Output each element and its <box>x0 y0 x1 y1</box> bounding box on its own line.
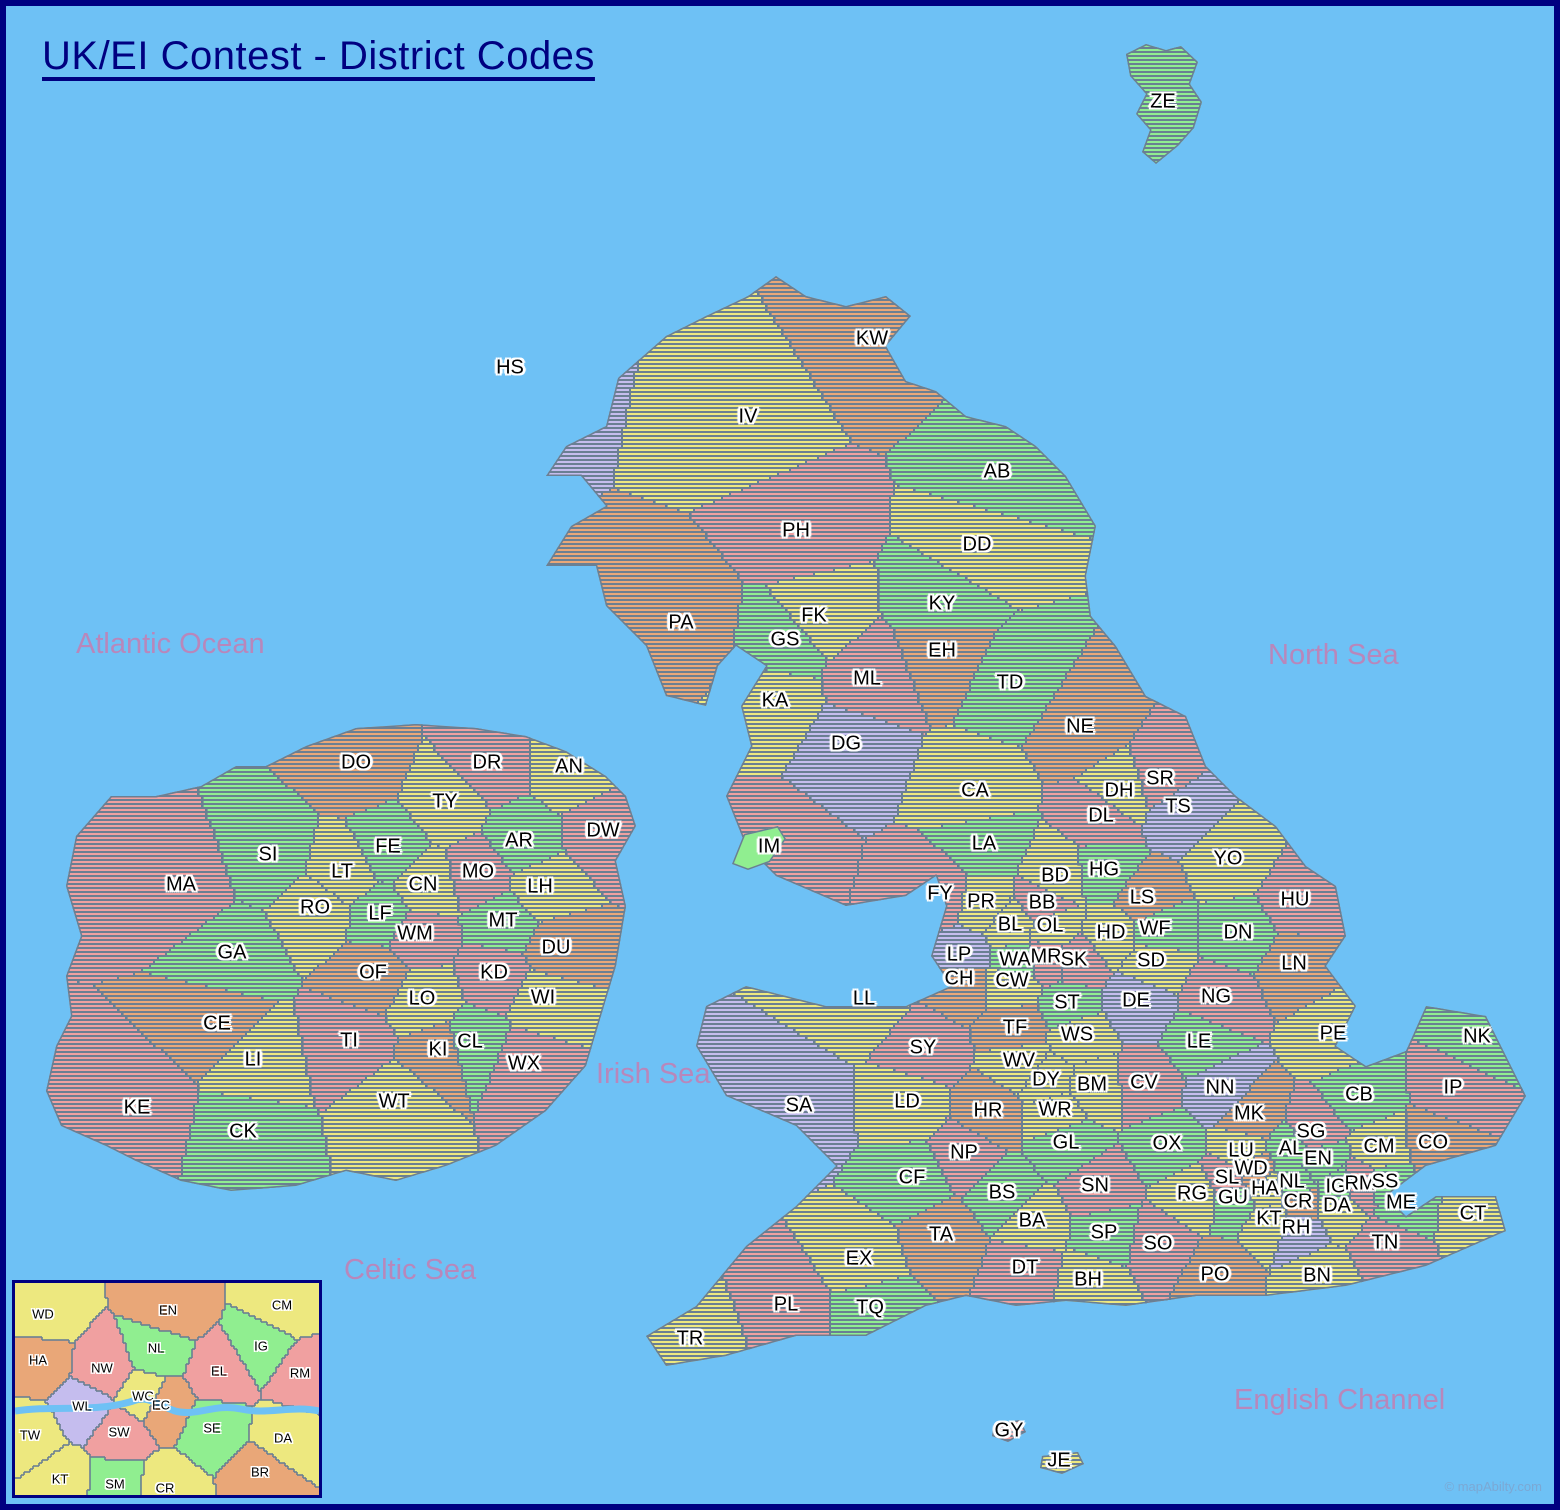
landmass-jersey <box>1040 1452 1084 1474</box>
landmass-ireland <box>46 724 636 1191</box>
district-area-hu <box>1253 507 1526 938</box>
district-area-ss <box>1373 1163 1420 1206</box>
inset-district-area-sm <box>87 1457 145 1495</box>
landmass-britain <box>546 276 1526 1366</box>
attribution-text: © mapAbilty.com <box>1444 1479 1542 1494</box>
inset-map-canvas <box>15 1283 319 1495</box>
district-area-tr <box>546 1131 756 1366</box>
uk-ei-district-codes-map: UK/EI Contest - District Codes Atlantic … <box>0 0 1560 1510</box>
landmass-guernsey <box>992 1420 1026 1442</box>
landmass-shetland <box>1126 44 1202 164</box>
district-area-sr <box>1129 387 1526 810</box>
page-title: UK/EI Contest - District Codes <box>42 34 595 78</box>
district-area-ct <box>1433 1143 1526 1366</box>
district-area-ze <box>1126 44 1202 164</box>
london-inset-map: WD EN CM NL HA NW IG EL RM WC EC WL TW SW SE DA KT SM CR BR <box>12 1280 322 1498</box>
